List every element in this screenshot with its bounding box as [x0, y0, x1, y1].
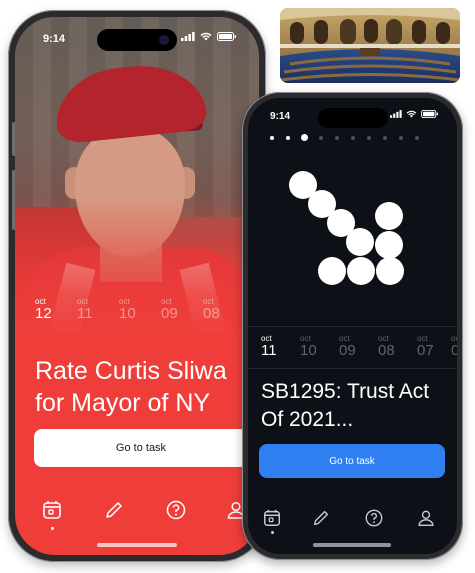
- calendar-icon[interactable]: [41, 499, 63, 521]
- dynamic-island: [97, 29, 177, 51]
- assembly-chamber-image: [280, 8, 460, 83]
- page-dot: [319, 136, 323, 140]
- phone-screen: 9:14 oct 12 oct 11 oct 10 oct 09 oct 08 …: [15, 17, 259, 555]
- dots-logo-icon: [289, 171, 404, 285]
- battery-icon: [217, 32, 236, 41]
- go-to-task-button[interactable]: Go to task: [34, 429, 248, 467]
- date-item[interactable]: oct 11: [261, 334, 277, 358]
- page-dot: [383, 136, 387, 140]
- date-item[interactable]: oct 08: [203, 297, 220, 321]
- page-dot: [335, 136, 339, 140]
- wifi-icon: [406, 110, 417, 118]
- page-indicator: [270, 134, 450, 144]
- date-item[interactable]: oct 10: [300, 334, 317, 358]
- help-icon[interactable]: [364, 508, 384, 528]
- battery-icon: [421, 110, 438, 118]
- phone-screen: 9:14 oct 11 oct 10 oct 09 oct 08 oct 07 …: [248, 98, 457, 554]
- date-item[interactable]: oct 09: [339, 334, 356, 358]
- phone-mockup-dark: 9:14 oct 11 oct 10 oct 09 oct 08 oct 07 …: [242, 92, 463, 560]
- dynamic-island: [317, 108, 388, 128]
- go-to-task-button[interactable]: Go to task: [259, 444, 445, 478]
- pencil-icon[interactable]: [103, 499, 125, 521]
- signal-icon: [181, 32, 195, 41]
- task-title: Rate Curtis Sliwa for Mayor of NY: [35, 357, 227, 417]
- date-selector[interactable]: oct 12 oct 11 oct 10 oct 09 oct 08: [35, 297, 255, 327]
- profile-icon[interactable]: [416, 508, 436, 528]
- active-indicator: [51, 527, 54, 530]
- page-dot-active: [301, 134, 308, 141]
- date-item[interactable]: oct 11: [77, 297, 93, 321]
- assembly-chamber-photo: [280, 8, 460, 83]
- active-indicator: [271, 531, 274, 534]
- page-dot: [286, 136, 290, 140]
- page-dot: [351, 136, 355, 140]
- status-bar: 9:14: [15, 17, 259, 55]
- calendar-icon[interactable]: [262, 508, 282, 528]
- help-icon[interactable]: [165, 499, 187, 521]
- date-item[interactable]: oct 09: [161, 297, 178, 321]
- page-dot: [270, 136, 274, 140]
- status-time: 9:14: [43, 33, 66, 45]
- page-dot: [367, 136, 371, 140]
- bottom-navigation: [15, 499, 259, 530]
- date-item[interactable]: oct 10: [119, 297, 136, 321]
- wifi-icon: [200, 32, 212, 41]
- date-item[interactable]: oct 06: [451, 334, 457, 358]
- date-item[interactable]: oct 07: [417, 334, 434, 358]
- pencil-icon[interactable]: [311, 508, 331, 528]
- date-item[interactable]: oct 12: [35, 297, 52, 321]
- date-selector[interactable]: oct 11 oct 10 oct 09 oct 08 oct 07 oct 0…: [261, 334, 457, 364]
- date-item[interactable]: oct 08: [378, 334, 395, 358]
- page-dot: [415, 136, 419, 140]
- signal-icon: [390, 110, 402, 118]
- home-indicator: [97, 543, 177, 547]
- candidate-photo: [15, 17, 259, 337]
- home-indicator: [313, 543, 391, 547]
- bottom-navigation: [248, 508, 457, 534]
- page-dot: [399, 136, 403, 140]
- status-time: 9:14: [270, 111, 291, 122]
- task-title: SB1295: Trust Act Of 2021...: [261, 380, 430, 431]
- phone-mockup-red: 9:14 oct 12 oct 11 oct 10 oct 09 oct 08 …: [8, 10, 266, 562]
